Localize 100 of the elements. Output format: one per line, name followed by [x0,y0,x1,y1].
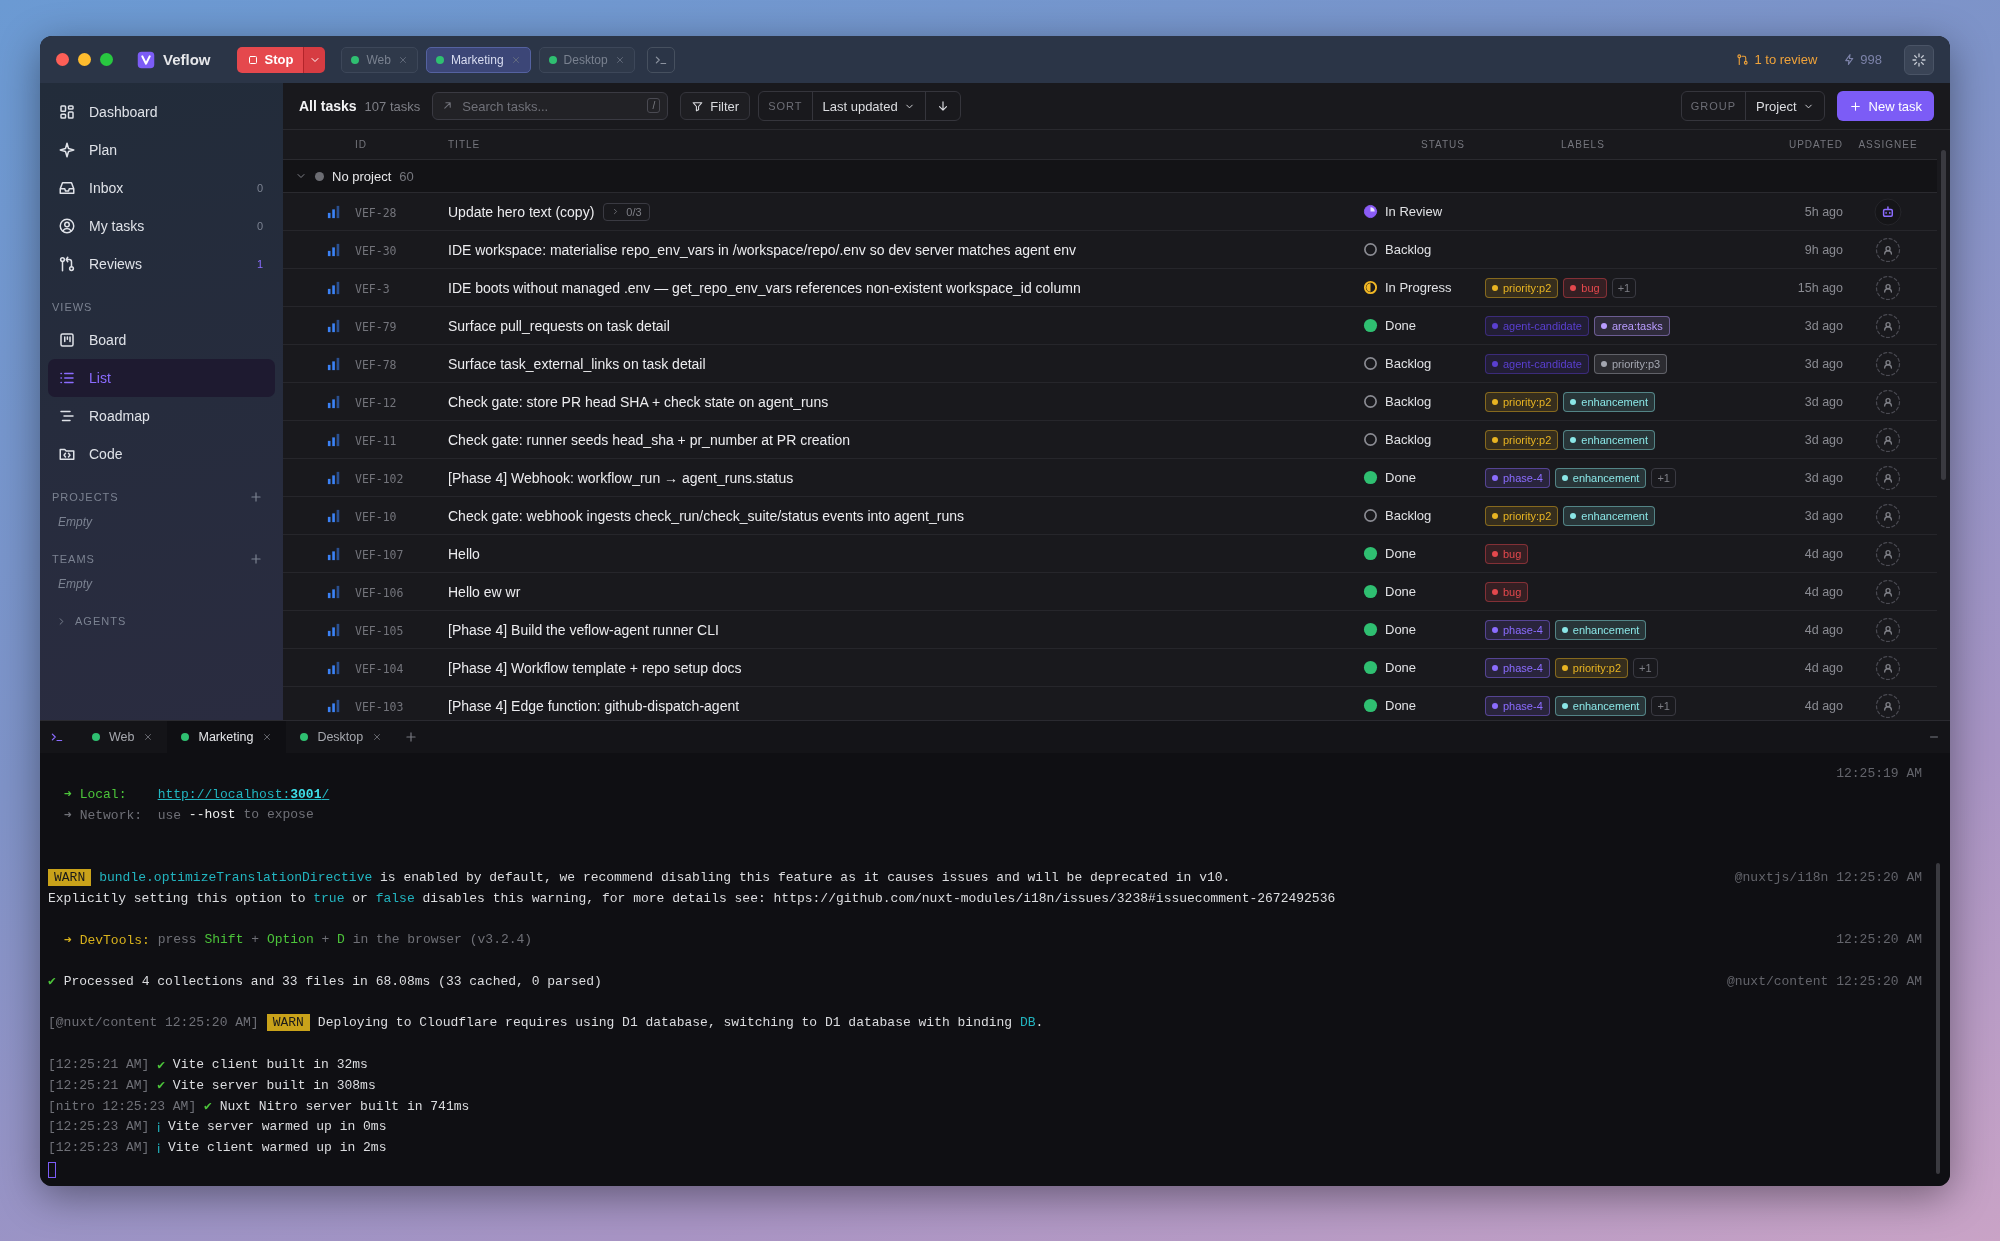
status-label[interactable]: Backlog [1385,432,1432,447]
group-control[interactable]: GROUP Project [1680,91,1825,121]
minimize-window-button[interactable] [78,53,91,66]
sidebar-item[interactable]: Reviews 1 [48,245,275,283]
sidebar-item[interactable]: Dashboard [48,93,275,131]
priority-bars-icon[interactable] [327,546,341,561]
task-title[interactable]: Check gate: runner seeds head_sha + pr_number at PR creation [448,431,850,448]
terminal-button[interactable] [646,46,675,73]
group-dropdown[interactable]: Project [1746,92,1824,120]
close-icon[interactable] [397,54,408,65]
task-title[interactable]: [Phase 4] Build the veflow-agent runner CLI [448,621,719,638]
robot-avatar-icon[interactable] [1874,197,1902,226]
task-title[interactable]: IDE boots without managed .env — get_repo_env_vars references non-existent workspace_id column [448,279,1081,296]
priority-bars-icon[interactable] [327,584,341,599]
task-title[interactable]: [Phase 4] Webhook: workflow_run → agent_runs.status [448,469,794,486]
status-label[interactable]: In Review [1385,204,1443,219]
status-label[interactable]: Backlog [1385,242,1432,257]
unassigned-avatar-icon[interactable] [1875,464,1901,491]
sidebar-item[interactable]: My tasks 0 [48,207,275,245]
unassigned-avatar-icon[interactable] [1875,654,1901,681]
task-title[interactable]: Check gate: store PR head SHA + check state on agent_runs [448,393,829,410]
priority-bars-icon[interactable] [327,280,341,295]
terminal-tab[interactable]: Web [78,721,168,753]
terminal-tab[interactable]: Desktop [286,721,397,753]
dropdown-button[interactable] [303,46,326,73]
task-title[interactable]: Surface pull_requests on task detail [448,317,670,334]
status-label[interactable]: Done [1385,622,1417,637]
priority-bars-icon[interactable] [327,204,341,219]
priority-bars-icon[interactable] [327,356,341,371]
scrollbar[interactable] [1941,150,1946,480]
sidebar-item[interactable]: Roadmap [48,397,275,435]
close-icon[interactable] [614,54,625,65]
unassigned-avatar-icon[interactable] [1875,692,1901,719]
status-label[interactable]: Done [1385,470,1417,485]
sidebar-item[interactable]: Code [48,435,275,473]
status-label[interactable]: In Progress [1385,280,1452,295]
priority-bars-icon[interactable] [327,660,341,675]
column-header[interactable]: ID [355,139,367,150]
scrollbar[interactable] [1936,863,1940,1174]
subtask-count[interactable]: 0/3 [603,202,650,221]
more-labels-count[interactable]: +1 [1651,695,1676,716]
unassigned-avatar-icon[interactable] [1875,350,1901,377]
status-button[interactable] [1904,44,1934,75]
unassigned-avatar-icon[interactable] [1875,426,1901,453]
sidebar-item[interactable]: Inbox 0 [48,169,275,207]
unassigned-avatar-icon[interactable] [1875,616,1901,643]
filter-button[interactable]: Filter [680,92,751,120]
priority-bars-icon[interactable] [327,318,341,333]
sidebar-item[interactable]: Board [48,321,275,359]
task-title[interactable]: IDE workspace: materialise repo_env_vars in /workspace/repo/.env so dev server matches agent env [448,241,1076,258]
status-label[interactable]: Backlog [1385,394,1432,409]
priority-bars-icon[interactable] [327,622,341,637]
close-icon[interactable] [262,732,273,742]
project-tab[interactable]: Marketing [425,46,531,73]
close-icon[interactable] [143,732,154,742]
unassigned-avatar-icon[interactable] [1875,312,1901,339]
priority-bars-icon[interactable] [327,508,341,523]
column-header[interactable]: STATUS [1421,139,1465,150]
new-task-button[interactable]: New task [1836,91,1934,121]
priority-bars-icon[interactable] [327,242,341,257]
add-icon[interactable] [249,552,263,566]
task-title[interactable]: Update hero text (copy) [448,203,595,220]
column-header[interactable]: TITLE [448,139,481,150]
close-window-button[interactable] [56,53,69,66]
status-label[interactable]: Done [1385,318,1417,333]
priority-bars-icon[interactable] [327,394,341,409]
terminal-tab[interactable]: Marketing [167,721,287,753]
status-label[interactable]: Backlog [1385,508,1432,523]
task-title[interactable]: Check gate: webhook ingests check_run/check_suite/status events into agent_runs [448,507,964,524]
add-tab-icon[interactable] [404,730,419,744]
sort-dropdown[interactable]: Last updated [812,92,926,120]
unassigned-avatar-icon[interactable] [1875,274,1901,301]
column-header[interactable]: UPDATED [1788,139,1843,150]
status-label[interactable]: Done [1385,698,1417,713]
task-title[interactable]: [Phase 4] Edge function: github-dispatch-agent [448,697,740,714]
task-title[interactable]: [Phase 4] Workflow template + repo setup docs [448,659,742,676]
more-labels-count[interactable]: +1 [1633,657,1658,678]
sort-control[interactable]: SORT Last updated [758,91,961,121]
zoom-window-button[interactable] [100,53,113,66]
priority-bars-icon[interactable] [327,470,341,485]
unassigned-avatar-icon[interactable] [1875,540,1901,567]
task-title[interactable]: Hello ew wr [448,583,521,600]
unassigned-avatar-icon[interactable] [1875,502,1901,529]
more-labels-count[interactable]: +1 [1651,467,1676,488]
status-label[interactable]: Backlog [1385,356,1432,371]
add-icon[interactable] [249,490,263,504]
priority-bars-icon[interactable] [327,698,341,713]
sidebar-item[interactable]: Plan [48,131,275,169]
unassigned-avatar-icon[interactable] [1875,578,1901,605]
unassigned-avatar-icon[interactable] [1875,236,1901,263]
unassigned-avatar-icon[interactable] [1875,388,1901,415]
column-header[interactable]: ASSIGNEE [1858,139,1918,150]
status-label[interactable]: Done [1385,660,1417,675]
sidebar-item[interactable]: List [48,359,275,397]
more-labels-count[interactable]: +1 [1611,277,1637,298]
agents-section[interactable]: AGENTS [48,607,275,635]
task-title[interactable]: Surface task_external_links on task detail [448,355,706,372]
column-header[interactable]: LABELS [1561,139,1605,150]
close-icon[interactable] [372,732,383,742]
priority-bars-icon[interactable] [327,432,341,447]
